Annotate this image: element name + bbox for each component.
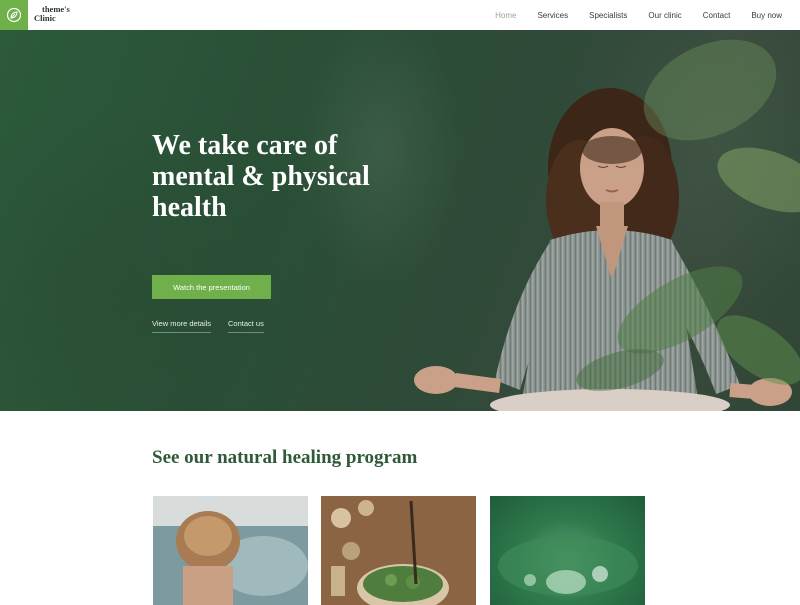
nav-specialists[interactable]: Specialists bbox=[589, 11, 627, 20]
nav-contact[interactable]: Contact bbox=[703, 11, 731, 20]
contact-us-link[interactable]: Contact us bbox=[228, 319, 264, 333]
herbs-bowl-image bbox=[321, 496, 476, 605]
hero-section: We take care of mental & physical health… bbox=[0, 30, 800, 411]
logo-line-2: Clinic bbox=[34, 13, 56, 23]
hero-title-line-2: mental & physical bbox=[152, 161, 370, 192]
program-card-water[interactable] bbox=[490, 496, 645, 605]
nav-our-clinic[interactable]: Our clinic bbox=[648, 11, 681, 20]
view-details-link[interactable]: View more details bbox=[152, 319, 212, 333]
hero-title: We take care of mental & physical health bbox=[152, 130, 452, 223]
main-nav: Home Services Specialists Our clinic Con… bbox=[474, 0, 782, 30]
nav-buy-now[interactable]: Buy now bbox=[751, 11, 782, 20]
nav-home[interactable]: Home bbox=[495, 11, 516, 20]
program-card-herbs[interactable] bbox=[321, 496, 476, 605]
watch-presentation-button[interactable]: Watch the presentation bbox=[152, 275, 271, 299]
logo-text[interactable]: theme's Clinic bbox=[34, 5, 70, 23]
hero-title-line-3: health bbox=[152, 192, 227, 223]
program-card-bath[interactable] bbox=[153, 496, 308, 605]
water-drop-image bbox=[498, 536, 638, 596]
site-header: theme's Clinic Home Services Specialists… bbox=[0, 0, 800, 30]
program-section-title: See our natural healing program bbox=[152, 447, 418, 468]
hero-title-line-1: We take care of bbox=[152, 130, 338, 161]
nav-services[interactable]: Services bbox=[537, 11, 568, 20]
bath-image bbox=[153, 496, 308, 605]
leaf-icon bbox=[6, 7, 22, 23]
logo-mark[interactable] bbox=[0, 0, 28, 30]
foreground-leaves bbox=[576, 39, 800, 391]
